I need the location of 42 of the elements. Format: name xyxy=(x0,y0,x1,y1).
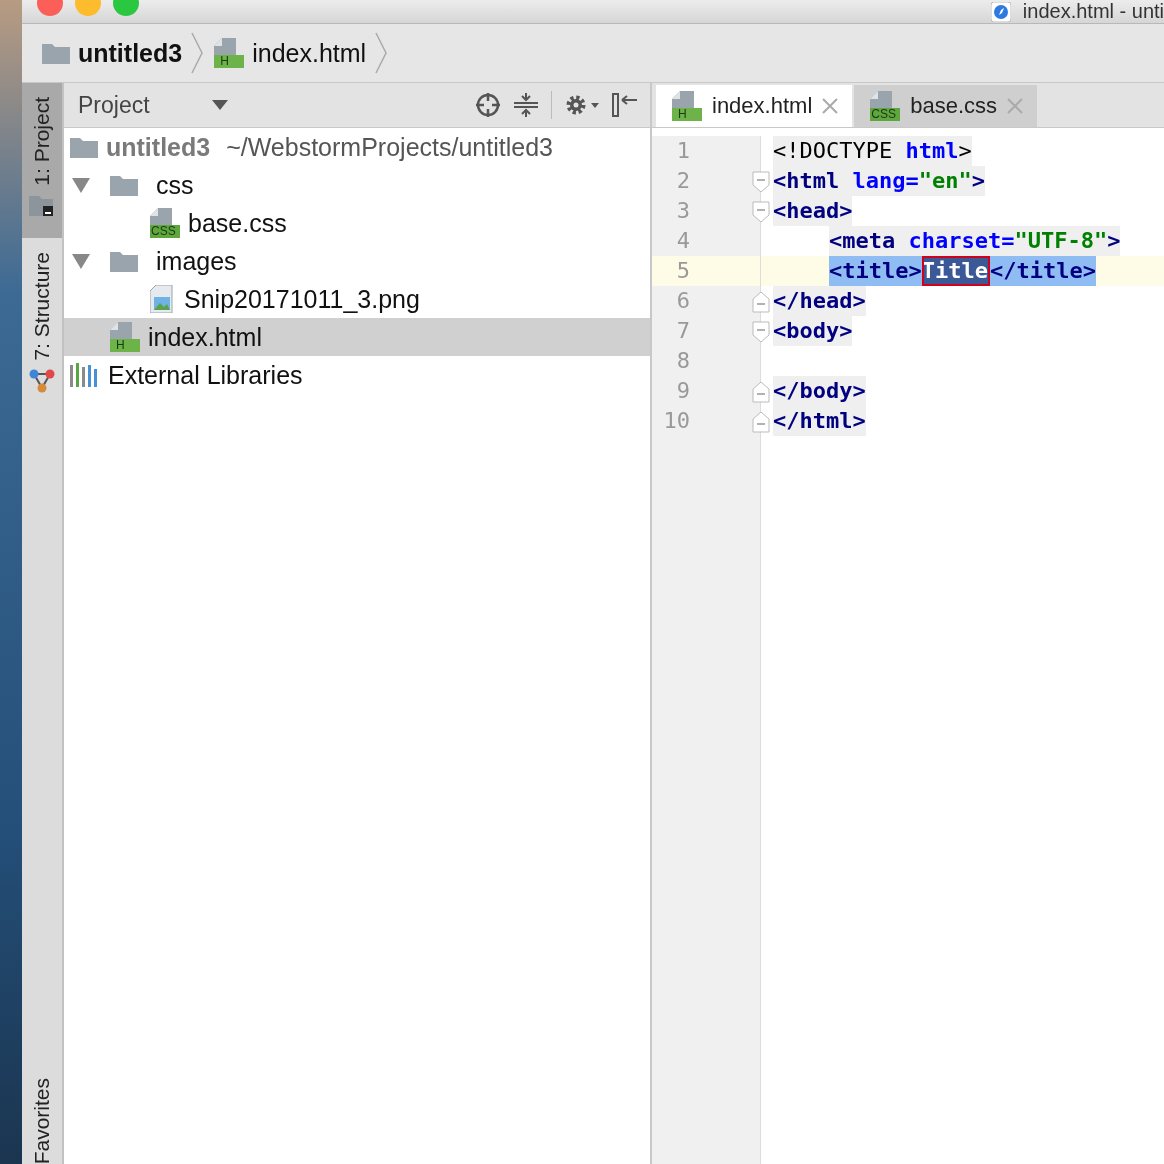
editor-tab[interactable]: CSS base.css xyxy=(854,85,1038,127)
close-icon xyxy=(1007,98,1024,114)
folder-icon xyxy=(70,136,98,158)
folder-icon xyxy=(110,174,138,196)
breadcrumb[interactable]: untitled3 xyxy=(42,38,191,68)
tree-row[interactable]: css xyxy=(64,166,650,204)
project-path: ~/WebstormProjects/untitled3 xyxy=(226,132,553,162)
collapse-icon xyxy=(513,92,539,118)
tree-row[interactable]: images xyxy=(64,242,650,280)
line-number: 4 xyxy=(652,226,760,256)
tool-window-tab[interactable]: 1: Project xyxy=(22,83,62,238)
tree-row[interactable]: H index.html xyxy=(64,318,650,356)
folder-icon xyxy=(42,42,70,64)
line-number: 10 xyxy=(652,406,760,436)
line-number: 7 xyxy=(652,316,760,346)
close-icon xyxy=(822,98,839,114)
line-number: 6 xyxy=(652,286,760,316)
libraries-icon xyxy=(70,363,100,387)
tree-row[interactable]: Snip20171011_3.png xyxy=(64,280,650,318)
project-name[interactable]: untitled3 xyxy=(106,132,211,162)
structure-icon xyxy=(29,368,55,395)
breadcrumb[interactable]: H index.html xyxy=(214,38,375,68)
view-selector[interactable]: Project xyxy=(68,91,228,119)
tree-row[interactable]: CSS base.css xyxy=(64,204,650,242)
tool-window-tab[interactable]: Favorites xyxy=(22,1063,62,1164)
image-file-icon xyxy=(150,285,176,313)
line-number: 3 xyxy=(652,196,760,226)
locate-icon xyxy=(475,92,501,118)
chevron-icon xyxy=(374,31,389,75)
editor-tab[interactable]: H index.html xyxy=(656,85,853,127)
line-number: 9 xyxy=(652,376,760,406)
folder-icon xyxy=(110,250,138,272)
line-number: 1 xyxy=(652,136,760,166)
tree-row[interactable]: External Libraries xyxy=(64,356,650,394)
folder-icon xyxy=(29,193,55,218)
caret-icon xyxy=(211,100,228,110)
hide-panel-icon xyxy=(612,92,638,118)
chevron-icon xyxy=(190,31,205,75)
tool-window-tab[interactable]: 7: Structure xyxy=(22,237,62,415)
window-title: index.html - unti xyxy=(1022,0,1164,23)
line-number: 8 xyxy=(652,346,760,376)
line-number: 2 xyxy=(652,166,760,196)
